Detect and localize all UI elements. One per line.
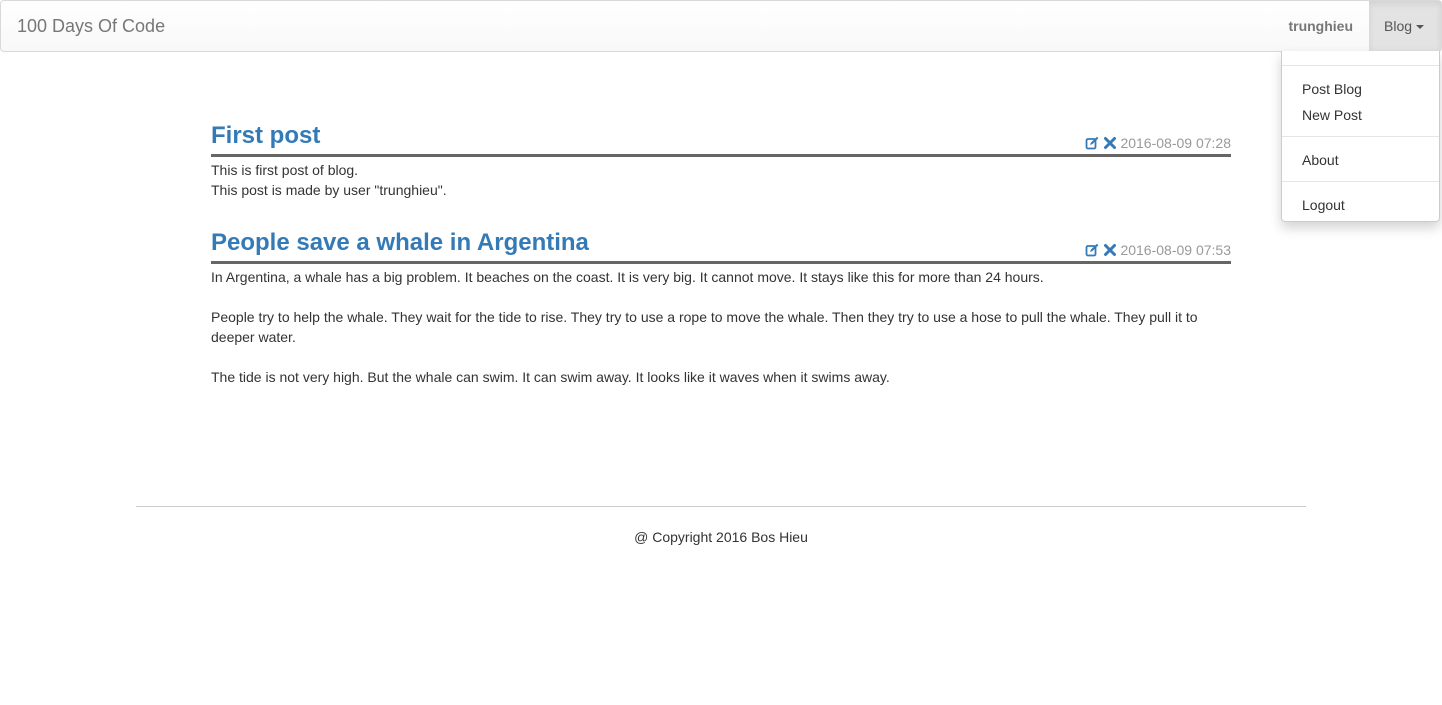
footer-copyright: @ Copyright 2016 Bos Hieu bbox=[634, 529, 808, 545]
delete-icon[interactable] bbox=[1103, 243, 1117, 257]
post-meta: 2016-08-09 07:53 bbox=[1085, 241, 1231, 259]
post-paragraph: People try to help the whale. They wait … bbox=[211, 309, 1198, 345]
dropdown-divider bbox=[1282, 136, 1439, 137]
edit-icon[interactable] bbox=[1085, 243, 1099, 257]
menu-item-post-blog[interactable]: Post Blog bbox=[1302, 79, 1362, 99]
post-timestamp: 2016-08-09 07:28 bbox=[1120, 135, 1231, 151]
menu-item-logout[interactable]: Logout bbox=[1302, 195, 1345, 215]
post-body: In Argentina, a whale has a big problem.… bbox=[211, 267, 1231, 387]
nav-username[interactable]: trunghieu bbox=[1288, 16, 1353, 36]
delete-icon[interactable] bbox=[1103, 136, 1117, 150]
brand-link[interactable]: 100 Days Of Code bbox=[17, 16, 165, 36]
caret-down-icon bbox=[1416, 25, 1425, 30]
post-line: This is first post of blog. bbox=[211, 162, 359, 178]
post-paragraph: In Argentina, a whale has a big problem.… bbox=[211, 269, 1044, 285]
post-paragraph: The tide is not very high. But the whale… bbox=[211, 369, 890, 385]
post-line: This post is made by user "trunghieu". bbox=[211, 182, 447, 198]
dropdown-divider bbox=[1282, 65, 1439, 66]
post-title-link[interactable]: First post bbox=[211, 122, 320, 150]
blog-dropdown-menu: Post Blog New Post About Logout bbox=[1281, 51, 1440, 222]
post-meta: 2016-08-09 07:28 bbox=[1085, 134, 1231, 152]
blog-menu-toggle[interactable]: Blog bbox=[1369, 1, 1441, 51]
menu-item-about[interactable]: About bbox=[1302, 150, 1339, 170]
post-title-underline bbox=[211, 154, 1231, 157]
edit-icon[interactable] bbox=[1085, 136, 1099, 150]
footer-divider bbox=[136, 506, 1306, 507]
blog-menu-label: Blog bbox=[1384, 18, 1413, 34]
menu-item-new-post[interactable]: New Post bbox=[1302, 105, 1362, 125]
post-timestamp: 2016-08-09 07:53 bbox=[1120, 242, 1231, 258]
dropdown-divider bbox=[1282, 181, 1439, 182]
top-navbar: 100 Days Of Code trunghieu Blog bbox=[0, 0, 1442, 52]
post-title-link[interactable]: People save a whale in Argentina bbox=[211, 229, 589, 257]
post-body: This is first post of blog. This post is… bbox=[211, 160, 1231, 200]
post-title-underline bbox=[211, 261, 1231, 264]
